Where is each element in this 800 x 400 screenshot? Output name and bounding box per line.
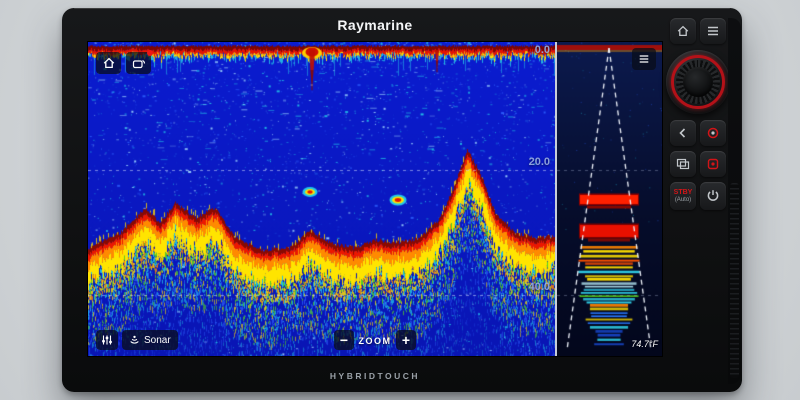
menu-icon bbox=[708, 26, 718, 36]
minus-glyph: − bbox=[339, 332, 349, 348]
hw-back-button[interactable] bbox=[670, 120, 696, 146]
sliders-icon bbox=[102, 335, 112, 345]
hw-standby-button[interactable]: STBY (Auto) bbox=[670, 182, 696, 210]
sonar-display[interactable] bbox=[88, 42, 555, 356]
zoom-in-button[interactable]: + bbox=[396, 330, 416, 350]
ascope-display[interactable] bbox=[557, 42, 662, 356]
depth-label-surface: 0.0 bbox=[534, 44, 550, 56]
model-wordmark: HYBRIDTOUCH bbox=[329, 371, 421, 381]
zoom-out-button[interactable]: − bbox=[334, 330, 354, 350]
water-temp-label: 74.7°F bbox=[631, 339, 658, 349]
zoom-label: ZOOM bbox=[358, 336, 392, 346]
sonar-channel-label: Sonar bbox=[144, 334, 171, 346]
brand-wordmark: Raymarine bbox=[337, 17, 413, 33]
side-grille bbox=[728, 18, 741, 384]
power-icon bbox=[707, 190, 719, 201]
depth-label-deep: 40.0 bbox=[528, 281, 550, 293]
panes-icon bbox=[676, 158, 690, 170]
notification-dot bbox=[147, 50, 153, 56]
home-button[interactable] bbox=[96, 52, 121, 74]
adjust-button[interactable] bbox=[96, 330, 118, 350]
waypoint-icon bbox=[707, 158, 719, 170]
hw-waypoint-button[interactable] bbox=[700, 151, 726, 177]
chartplotter-device: Raymarine 0.0 20.0 40.0 74.7°F Sonar − Z… bbox=[62, 8, 742, 392]
plus-glyph: + bbox=[401, 332, 411, 348]
hw-pane-button[interactable] bbox=[670, 151, 696, 177]
home-icon bbox=[677, 25, 689, 37]
sonar-channel-button[interactable]: Sonar bbox=[122, 330, 178, 350]
depth-label-mid: 20.0 bbox=[528, 156, 550, 168]
sonar-app-button[interactable] bbox=[126, 50, 153, 74]
auto-label: (Auto) bbox=[674, 196, 692, 203]
rotary-knob[interactable] bbox=[666, 50, 730, 114]
sonar-cone-icon bbox=[130, 335, 139, 344]
home-icon bbox=[103, 57, 114, 69]
touchscreen[interactable]: 0.0 20.0 40.0 74.7°F Sonar − ZOOM + bbox=[88, 42, 662, 356]
hw-menu-button[interactable] bbox=[700, 18, 726, 44]
sonar-app-icon bbox=[132, 59, 145, 69]
menu-button[interactable] bbox=[632, 48, 656, 70]
hw-ok-button[interactable] bbox=[700, 120, 726, 146]
knob-cap bbox=[683, 67, 713, 97]
page-background: Raymarine 0.0 20.0 40.0 74.7°F Sonar − Z… bbox=[0, 0, 800, 400]
ok-ring-icon bbox=[707, 127, 719, 139]
hw-home-button[interactable] bbox=[670, 18, 696, 44]
chevron-left-icon bbox=[679, 128, 686, 138]
menu-icon bbox=[639, 55, 649, 63]
standby-label: STBY bbox=[673, 188, 693, 196]
hw-power-button[interactable] bbox=[700, 182, 726, 210]
